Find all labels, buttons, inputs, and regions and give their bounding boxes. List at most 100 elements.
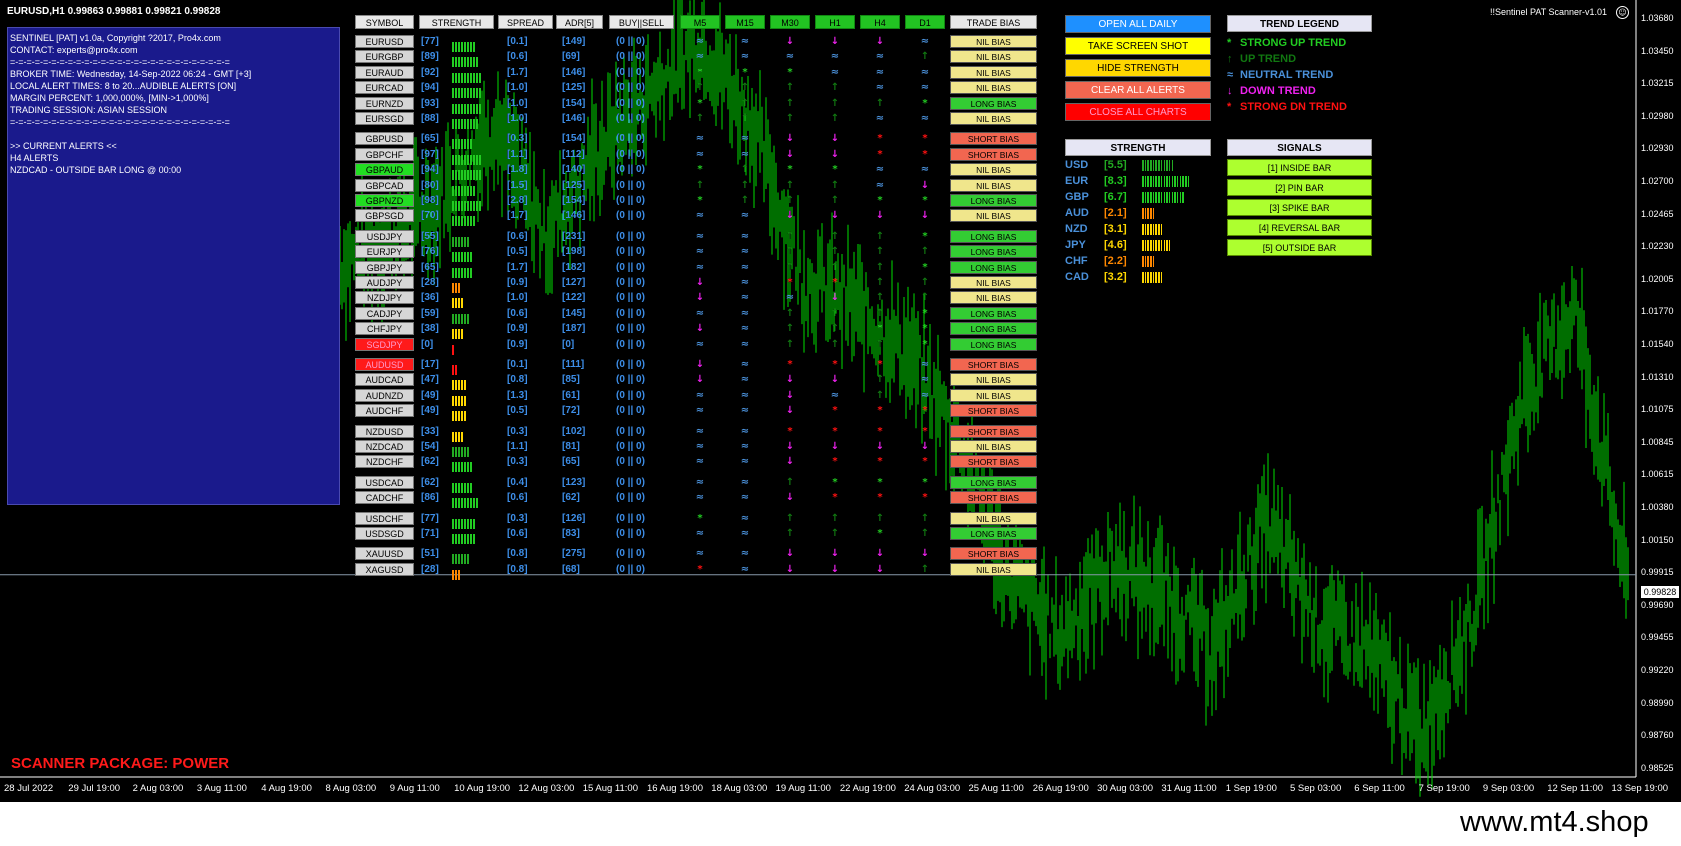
trade-bias-badge[interactable]: LONG BIAS [950, 527, 1037, 540]
trade-bias-badge[interactable]: SHORT BIAS [950, 455, 1037, 469]
symbol-button[interactable]: NZDUSD [355, 424, 414, 438]
header-h4[interactable]: H4 [860, 15, 900, 29]
symbol-button[interactable]: GBPSGD [355, 209, 414, 223]
symbol-button[interactable]: XAUUSD [355, 547, 414, 561]
symbol-button[interactable]: AUDUSD [355, 358, 414, 371]
symbol-button[interactable]: USDCAD [355, 475, 414, 489]
symbol-button[interactable]: EURAUD [355, 65, 414, 79]
trade-bias-badge[interactable]: LONG BIAS [950, 96, 1037, 110]
signal-button[interactable]: [3] SPIKE BAR [1227, 199, 1372, 216]
symbol-button[interactable]: AUDCHF [355, 404, 414, 418]
symbol-button[interactable]: NZDJPY [355, 291, 414, 305]
trade-bias-badge[interactable]: LONG BIAS [950, 475, 1037, 489]
trend-n-icon: ≈ [695, 492, 705, 504]
currency-label: CHF [1065, 255, 1088, 267]
trade-bias-badge[interactable]: NIL BIAS [950, 440, 1037, 453]
trade-bias-badge[interactable]: NIL BIAS [950, 291, 1037, 305]
header-adr[interactable]: ADR[5] [556, 15, 603, 29]
trade-bias-badge[interactable]: NIL BIAS [950, 562, 1037, 576]
header-strength[interactable]: STRENGTH [419, 15, 494, 29]
trade-bias-badge[interactable]: LONG BIAS [950, 245, 1037, 259]
trade-bias-badge[interactable]: NIL BIAS [950, 178, 1037, 192]
symbol-button[interactable]: EURGBP [355, 50, 414, 64]
symbol-button[interactable]: GBPCHF [355, 147, 414, 161]
clear-all-alerts-button[interactable]: CLEAR ALL ALERTS [1065, 81, 1211, 99]
signal-button[interactable]: [1] INSIDE BAR [1227, 159, 1372, 176]
header-buysell[interactable]: BUY||SELL [609, 15, 674, 29]
close-all-charts-button[interactable]: CLOSE ALL CHARTS [1065, 103, 1211, 121]
symbol-button[interactable]: USDJPY [355, 229, 414, 243]
symbol-button[interactable]: SGDJPY [355, 337, 414, 351]
symbol-button[interactable]: CADJPY [355, 306, 414, 320]
symbol-button[interactable]: NZDCHF [355, 455, 414, 469]
header-symbol[interactable]: SYMBOL [355, 15, 414, 29]
trade-bias-badge[interactable]: LONG BIAS [950, 337, 1037, 351]
symbol-button[interactable]: GBPAUD [355, 163, 414, 177]
trade-bias-badge[interactable]: LONG BIAS [950, 229, 1037, 243]
signal-button[interactable]: [4] REVERSAL BAR [1227, 219, 1372, 236]
trade-bias-badge[interactable]: LONG BIAS [950, 306, 1037, 320]
symbol-button[interactable]: EURCAD [355, 81, 414, 95]
trade-bias-badge[interactable]: NIL BIAS [950, 112, 1037, 125]
header-trade-bias[interactable]: TRADE BIAS [950, 15, 1037, 29]
trend-sd-icon: * [787, 425, 793, 437]
strength-bar [452, 150, 482, 165]
trade-bias-badge[interactable]: SHORT BIAS [950, 424, 1037, 438]
header-d1[interactable]: D1 [905, 15, 945, 29]
trade-bias-badge[interactable]: NIL BIAS [950, 388, 1037, 402]
header-m5[interactable]: M5 [680, 15, 720, 29]
symbol-button[interactable]: NZDCAD [355, 440, 414, 453]
trade-bias-badge[interactable]: LONG BIAS [950, 322, 1037, 336]
header-m15[interactable]: M15 [725, 15, 765, 29]
trend-sd-icon: * [877, 405, 883, 417]
symbol-button[interactable]: EURUSD [355, 35, 414, 48]
date-tick-label: 8 Aug 03:00 [325, 783, 377, 794]
trade-bias-badge[interactable]: SHORT BIAS [950, 147, 1037, 161]
trade-bias-badge[interactable]: SHORT BIAS [950, 132, 1037, 146]
trade-bias-badge[interactable]: SHORT BIAS [950, 404, 1037, 418]
window-title: EURUSD,H1 0.99863 0.99881 0.99821 0.9982… [7, 6, 221, 17]
table-row: EURNZD [93] [1.0] [154] (0 || 0) * ↑ ↑ ↑ ↑ * LONG B… [355, 96, 1037, 114]
symbol-button[interactable]: CHFJPY [355, 322, 414, 336]
date-tick-label: 25 Aug 11:00 [968, 783, 1024, 794]
trade-bias-badge[interactable]: NIL BIAS [950, 209, 1037, 223]
symbol-button[interactable]: GBPUSD [355, 132, 414, 146]
trade-bias-badge[interactable]: NIL BIAS [950, 50, 1037, 64]
symbol-button[interactable]: GBPJPY [355, 260, 414, 274]
symbol-button[interactable]: AUDNZD [355, 388, 414, 402]
symbol-button[interactable]: GBPCAD [355, 178, 414, 192]
trade-bias-badge[interactable]: NIL BIAS [950, 163, 1037, 177]
header-spread[interactable]: SPREAD [498, 15, 553, 29]
hide-strength-button[interactable]: HIDE STRENGTH [1065, 59, 1211, 77]
symbol-button[interactable]: XAGUSD [355, 562, 414, 576]
trade-bias-badge[interactable]: NIL BIAS [950, 65, 1037, 79]
symbol-button[interactable]: EURNZD [355, 96, 414, 110]
trade-bias-badge[interactable]: LONG BIAS [950, 260, 1037, 274]
trade-bias-badge[interactable]: NIL BIAS [950, 276, 1037, 289]
signal-button[interactable]: [5] OUTSIDE BAR [1227, 239, 1372, 256]
symbol-button[interactable]: GBPNZD [355, 194, 414, 207]
symbol-button[interactable]: AUDCAD [355, 373, 414, 387]
buysell-value: (0 || 0) [616, 210, 645, 222]
symbol-button[interactable]: EURJPY [355, 245, 414, 259]
take-screen-shot-button[interactable]: TAKE SCREEN SHOT [1065, 37, 1211, 55]
trade-bias-badge[interactable]: NIL BIAS [950, 373, 1037, 387]
symbol-button[interactable]: USDSGD [355, 527, 414, 540]
symbol-button[interactable]: CADCHF [355, 491, 414, 505]
trade-bias-badge[interactable]: NIL BIAS [950, 35, 1037, 48]
trade-bias-badge[interactable]: LONG BIAS [950, 194, 1037, 207]
trade-bias-badge[interactable]: NIL BIAS [950, 81, 1037, 95]
symbol-button[interactable]: USDCHF [355, 511, 414, 525]
open-all-daily-button[interactable]: OPEN ALL DAILY [1065, 15, 1211, 33]
header-m30[interactable]: M30 [770, 15, 810, 29]
table-row: USDCHF [77] [0.3] [126] (0 || 0) * ≈ ↑ ↑ ↑ ↑ NIL BI… [355, 511, 1037, 529]
buysell-value: (0 || 0) [616, 563, 645, 575]
trade-bias-badge[interactable]: NIL BIAS [950, 511, 1037, 525]
trade-bias-badge[interactable]: SHORT BIAS [950, 358, 1037, 371]
signal-button[interactable]: [2] PIN BAR [1227, 179, 1372, 196]
header-h1[interactable]: H1 [815, 15, 855, 29]
trade-bias-badge[interactable]: SHORT BIAS [950, 547, 1037, 561]
symbol-button[interactable]: AUDJPY [355, 276, 414, 289]
symbol-button[interactable]: EURSGD [355, 112, 414, 125]
trade-bias-badge[interactable]: SHORT BIAS [950, 491, 1037, 505]
